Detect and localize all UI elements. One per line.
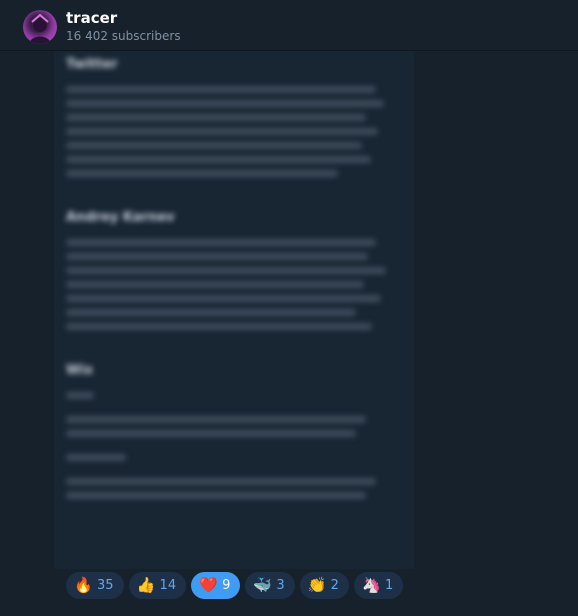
reaction-heart-button[interactable]: ❤️ 9 [191,572,241,599]
fire-icon: 🔥 [74,576,93,594]
blurred-post: Twitter Andrey Karnev Wix [54,51,414,569]
channel-header[interactable]: tracer 16 402 subscribers [0,0,578,51]
reaction-clap-button[interactable]: 👏 2 [299,572,349,599]
reaction-whale-button[interactable]: 🐳 3 [245,572,295,599]
thumbs-up-icon: 👍 [136,576,156,594]
reaction-unicorn-button[interactable]: 🦄 1 [353,572,404,599]
clap-icon: 👏 [307,576,327,594]
reaction-thumbs-up-button[interactable]: 👍 14 [128,572,187,599]
avatar-illustration-icon [29,13,51,44]
heart-icon: ❤️ [199,576,218,594]
reaction-count: 9 [222,578,231,593]
channel-title[interactable]: tracer [66,9,117,27]
reaction-count: 14 [159,578,177,593]
reaction-count: 35 [97,578,114,593]
whale-icon: 🐳 [253,576,273,594]
blurred-post-content: Twitter Andrey Karnev Wix [66,51,402,506]
blurred-heading: Wix [66,363,94,378]
reaction-count: 1 [384,578,394,593]
reaction-count: 2 [330,578,339,593]
reaction-fire-button[interactable]: 🔥 35 [66,572,124,599]
reaction-count: 3 [276,578,285,593]
unicorn-icon: 🦄 [361,576,381,594]
blurred-heading: Twitter [66,57,118,72]
blurred-heading: Andrey Karnev [66,210,175,225]
channel-avatar[interactable] [23,10,57,44]
subscriber-count: 16 402 subscribers [66,29,181,43]
reactions-bar: 🔥 35 👍 14 ❤️ 9 🐳 3 👏 2 🦄 1 [66,572,404,599]
